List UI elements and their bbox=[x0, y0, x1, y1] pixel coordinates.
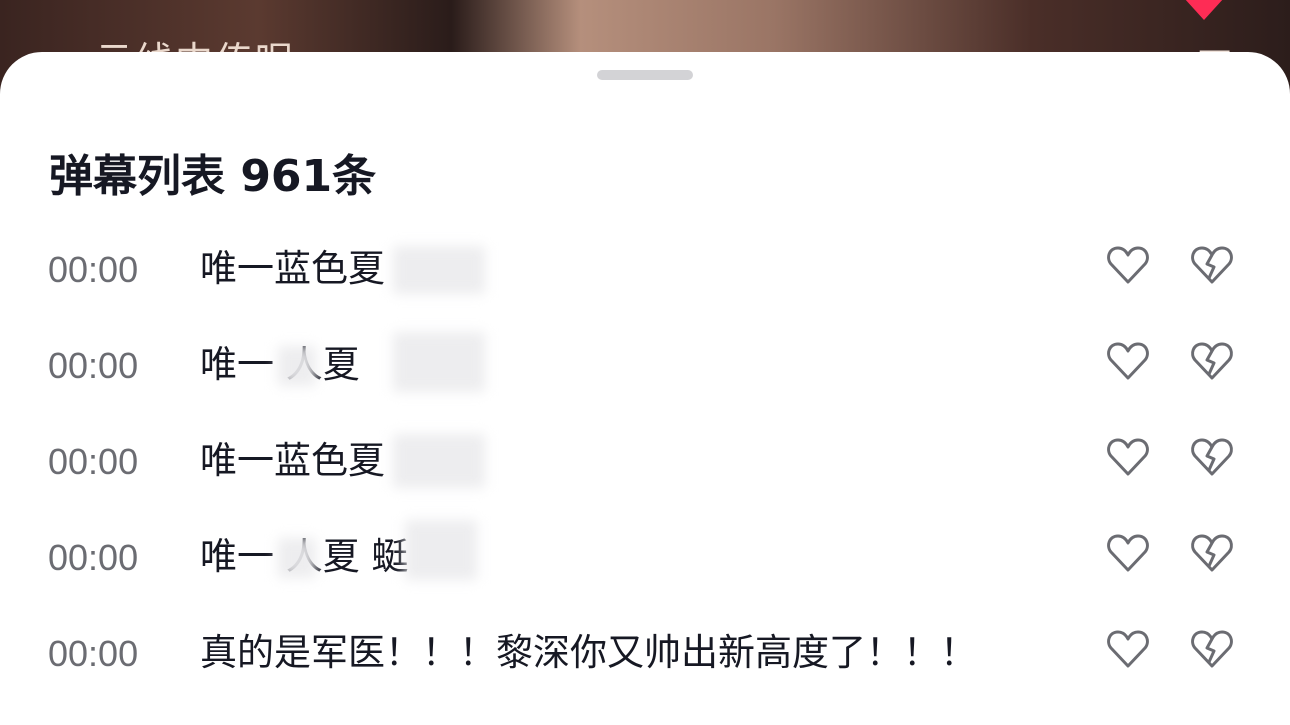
danmaku-list-sheet: 弹幕列表 961条 00:00 唯一蓝色夏 00:00 唯一 人夏 00:00 … bbox=[0, 52, 1290, 725]
heart-outline-icon[interactable] bbox=[1105, 530, 1151, 576]
redaction-blur bbox=[278, 538, 316, 578]
broken-heart-icon[interactable] bbox=[1189, 242, 1235, 288]
heart-outline-icon[interactable] bbox=[1105, 242, 1151, 288]
redaction-blur bbox=[393, 246, 485, 294]
heart-outline-icon[interactable] bbox=[1105, 626, 1151, 672]
redaction-blur bbox=[278, 346, 316, 386]
danmaku-text: 唯一蓝色夏 bbox=[200, 247, 385, 290]
drag-handle[interactable] bbox=[597, 70, 693, 80]
broken-heart-icon[interactable] bbox=[1189, 626, 1235, 672]
redaction-blur bbox=[393, 332, 485, 392]
danmaku-text: 唯一 人夏 蜓 bbox=[200, 535, 409, 578]
sheet-title: 弹幕列表 961条 bbox=[49, 151, 377, 202]
heart-outline-icon[interactable] bbox=[1105, 338, 1151, 384]
danmaku-text: 唯一 人夏 bbox=[200, 343, 360, 386]
danmaku-text: 真的是军医！！！黎深你又帅出新高度了！！！ bbox=[200, 631, 977, 674]
danmaku-row: 00:00 真的是军医！！！黎深你又帅出新高度了！！！ bbox=[0, 630, 1290, 725]
broken-heart-icon[interactable] bbox=[1189, 530, 1235, 576]
redaction-blur bbox=[405, 520, 477, 580]
danmaku-row: 00:00 唯一蓝色夏 bbox=[0, 246, 1290, 344]
redaction-blur bbox=[393, 434, 485, 488]
danmaku-time: 00:00 bbox=[48, 537, 139, 578]
danmaku-row: 00:00 唯一 人夏 bbox=[0, 332, 1290, 440]
broken-heart-icon[interactable] bbox=[1189, 434, 1235, 480]
danmaku-time: 00:00 bbox=[48, 345, 139, 386]
heart-outline-icon[interactable] bbox=[1105, 434, 1151, 480]
danmaku-text: 唯一蓝色夏 bbox=[200, 439, 385, 482]
danmaku-time: 00:00 bbox=[48, 441, 139, 482]
danmaku-time: 00:00 bbox=[48, 249, 139, 290]
video-like-icon[interactable] bbox=[1180, 0, 1228, 22]
danmaku-row: 00:00 唯一 人夏 蜓 bbox=[0, 520, 1290, 632]
broken-heart-icon[interactable] bbox=[1189, 338, 1235, 384]
danmaku-row: 00:00 唯一蓝色夏 bbox=[0, 434, 1290, 536]
danmaku-time: 00:00 bbox=[48, 633, 139, 674]
